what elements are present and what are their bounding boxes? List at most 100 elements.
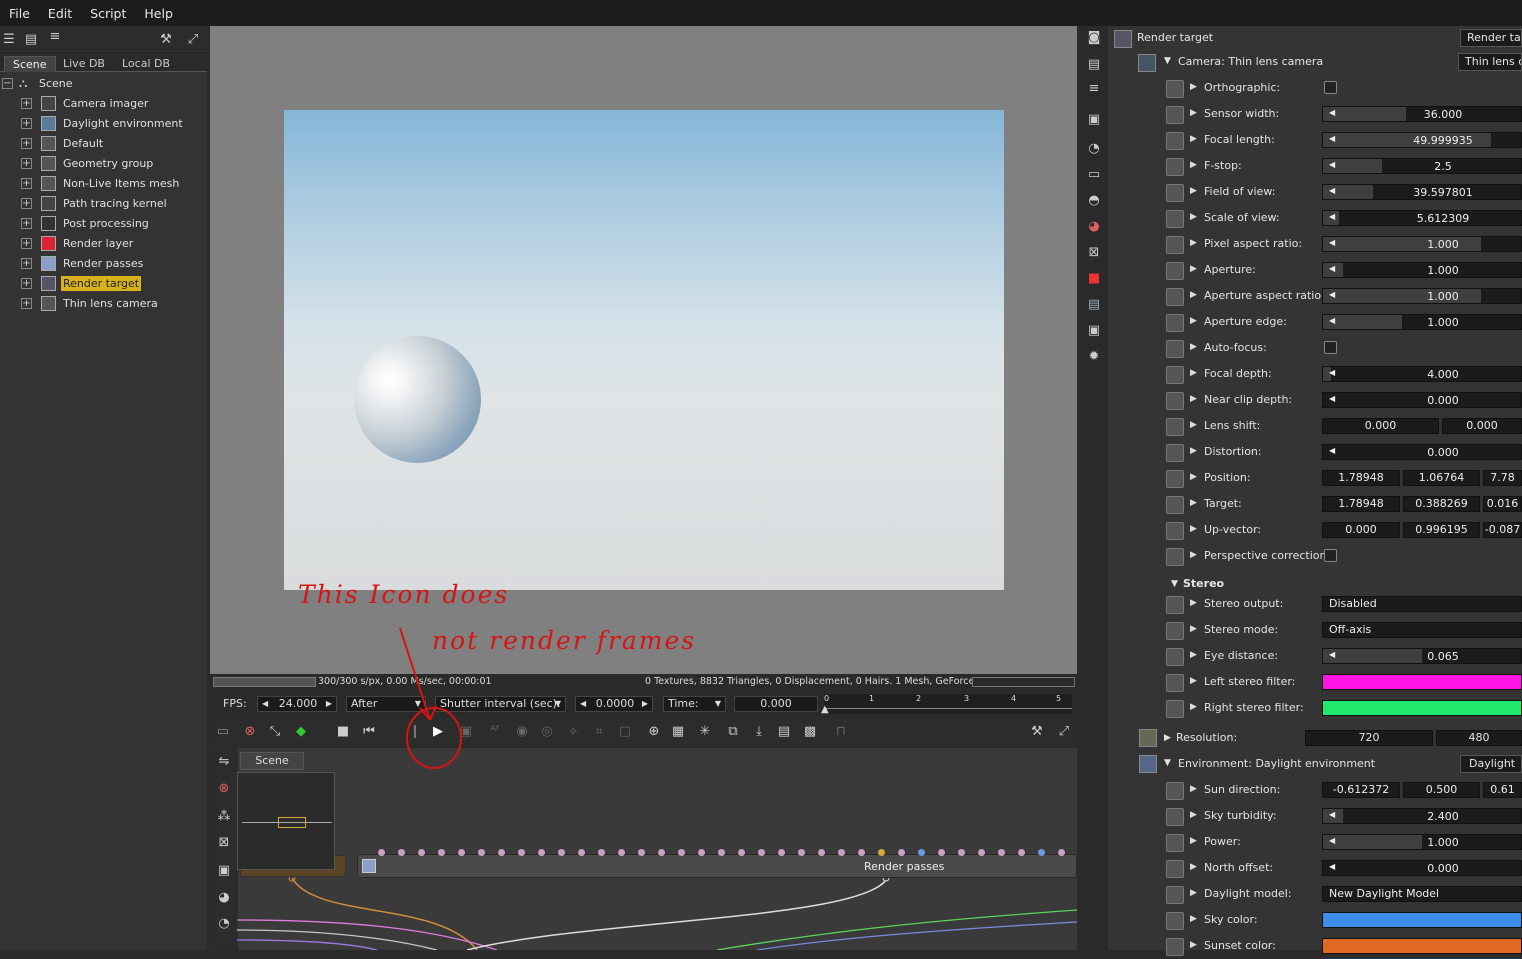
input-pin[interactable] <box>758 849 765 856</box>
parameter-slider[interactable]: ◀ 0.065 <box>1322 648 1522 664</box>
parameter-field[interactable]: 7.78 <box>1483 470 1522 486</box>
lock-icon[interactable]: ⊓ <box>832 723 850 741</box>
parameter-slider[interactable]: ◀ 0.000 <box>1322 392 1522 408</box>
arrow-left-icon[interactable]: ◀ <box>1329 212 1335 221</box>
scene-item[interactable]: + Geometry group <box>0 153 207 173</box>
parameter-field[interactable]: 0.000 <box>1322 522 1400 538</box>
parameter-checkbox[interactable] <box>1324 549 1337 562</box>
expand-triangle-icon[interactable]: ▶ <box>1190 862 1197 872</box>
input-pin[interactable] <box>978 849 985 856</box>
input-pin[interactable] <box>538 849 545 856</box>
input-pin[interactable] <box>838 849 845 856</box>
object-picker-icon[interactable]: ⌗ <box>590 723 608 741</box>
af-icon[interactable]: ᴬᶠ <box>486 723 504 741</box>
input-pin[interactable] <box>1018 849 1025 856</box>
collapse-triangle-icon[interactable]: ▼ <box>1164 56 1171 66</box>
parameter-slider[interactable]: ◀ 1.000 <box>1322 288 1522 304</box>
stack-icon[interactable]: ▤ <box>22 31 40 49</box>
expand-triangle-icon[interactable]: ▶ <box>1190 836 1197 846</box>
input-pin[interactable] <box>778 849 785 856</box>
input-pin[interactable] <box>1058 849 1065 856</box>
expand-triangle-icon[interactable]: ▶ <box>1190 108 1197 118</box>
camera-icon[interactable]: ◙ <box>1085 29 1103 47</box>
input-pin[interactable] <box>558 849 565 856</box>
kernel-icon[interactable]: ⊠ <box>1085 244 1103 262</box>
menu-help[interactable]: Help <box>135 6 182 21</box>
render-passes-node[interactable] <box>357 849 1077 878</box>
material-picker-icon[interactable]: ◉ <box>513 723 531 741</box>
expand-triangle-icon[interactable]: ▶ <box>1190 420 1197 430</box>
menu-edit[interactable]: Edit <box>39 6 81 21</box>
arrow-left-icon[interactable]: ◀ <box>1329 186 1335 195</box>
target-icon[interactable]: ⊗ <box>215 780 233 798</box>
render-target-select[interactable]: Render targ <box>1460 29 1522 47</box>
parameter-slider[interactable]: ◀ 1.000 <box>1322 236 1522 252</box>
parameter-slider[interactable]: ◀ 49.999935 <box>1322 132 1522 148</box>
render-passes-icon[interactable]: ▤ <box>1085 296 1103 314</box>
expand-triangle-icon[interactable]: ▶ <box>1190 446 1197 456</box>
scene-item[interactable]: + Render layer <box>0 233 207 253</box>
input-pin[interactable] <box>958 849 965 856</box>
parameter-slider[interactable]: ◀ 1.000 <box>1322 834 1522 850</box>
arrow-left-icon[interactable]: ◀ <box>1329 290 1335 299</box>
expand-icon[interactable]: + <box>21 217 32 229</box>
parameter-select[interactable]: Disabled <box>1322 596 1522 612</box>
input-pin[interactable] <box>418 849 425 856</box>
layers-icon[interactable]: ▤ <box>775 723 793 741</box>
arrow-left-icon[interactable]: ◀ <box>1329 862 1335 871</box>
parameter-select[interactable]: Off-axis <box>1322 622 1522 638</box>
white-balance-icon[interactable]: ◎ <box>538 723 556 741</box>
expand-triangle-icon[interactable]: ▶ <box>1190 316 1197 326</box>
wrench-icon[interactable]: ⚒ <box>1028 723 1046 741</box>
parameter-field[interactable]: -0.612372 <box>1322 782 1400 798</box>
expand-triangle-icon[interactable]: ▶ <box>1190 498 1197 508</box>
expand-icon[interactable]: + <box>21 297 32 309</box>
sparkle-icon[interactable]: ✳ <box>696 723 714 741</box>
collapse-triangle-icon[interactable]: ▼ <box>1171 579 1178 589</box>
input-pin[interactable] <box>578 849 585 856</box>
scene-item[interactable]: + Camera imager <box>0 93 207 113</box>
tab-live-db[interactable]: Live DB <box>55 56 113 72</box>
grid-icon[interactable]: ▦ <box>669 723 687 741</box>
tree-icon[interactable]: ☰ <box>0 31 18 49</box>
expand-triangle-icon[interactable]: ▶ <box>1190 914 1197 924</box>
parameter-slider[interactable]: ◀ 5.612309 <box>1322 210 1522 226</box>
arrow-left-icon[interactable]: ◀ <box>1329 650 1335 659</box>
scene-root[interactable]: − ⛬ Scene <box>0 73 207 93</box>
expand-triangle-icon[interactable]: ▶ <box>1190 394 1197 404</box>
expand-triangle-icon[interactable]: ▶ <box>1190 940 1197 950</box>
parameter-field[interactable]: 0.500 <box>1403 782 1480 798</box>
tab-local-db[interactable]: Local DB <box>114 56 178 72</box>
display-icon[interactable]: ▭ <box>1085 166 1103 184</box>
input-pin[interactable] <box>878 849 885 856</box>
expand-icon[interactable]: ⤢ <box>184 31 202 49</box>
resolution-width[interactable]: 720 <box>1305 730 1433 746</box>
input-pin[interactable] <box>718 849 725 856</box>
expand-triangle-icon[interactable]: ▶ <box>1190 810 1197 820</box>
expand-triangle-icon[interactable]: ▶ <box>1164 733 1171 743</box>
input-pin[interactable] <box>698 849 705 856</box>
expand-triangle-icon[interactable]: ▶ <box>1190 212 1197 222</box>
tab-scene[interactable]: Scene <box>4 56 56 72</box>
parameter-field[interactable]: 1.78948 <box>1322 470 1400 486</box>
scene-item[interactable]: + Post processing <box>0 213 207 233</box>
input-pin[interactable] <box>638 849 645 856</box>
node-tab-scene[interactable]: Scene <box>240 752 304 770</box>
image-icon[interactable]: ▣ <box>1085 111 1103 129</box>
camera-node-icon[interactable]: ◔ <box>1085 140 1103 158</box>
input-pin[interactable] <box>1038 849 1045 856</box>
arrow-left-icon[interactable]: ◀ <box>1329 108 1335 117</box>
menu-script[interactable]: Script <box>81 6 135 21</box>
parameter-slider[interactable]: ◀ 0.000 <box>1322 860 1522 876</box>
parameter-checkbox[interactable] <box>1324 341 1337 354</box>
input-pin[interactable] <box>918 849 925 856</box>
input-pin[interactable] <box>858 849 865 856</box>
parameter-field[interactable]: 0.61 <box>1483 782 1522 798</box>
camera-type-select[interactable]: Thin lens ca <box>1458 53 1522 71</box>
scene-item[interactable]: + Render target <box>0 273 207 293</box>
expand-triangle-icon[interactable]: ▶ <box>1190 82 1197 92</box>
input-pin[interactable] <box>398 849 405 856</box>
parameter-field[interactable]: 1.78948 <box>1322 496 1400 512</box>
arrow-left-icon[interactable]: ◀ <box>1329 368 1335 377</box>
increment-icon[interactable]: ▶ <box>642 697 648 711</box>
